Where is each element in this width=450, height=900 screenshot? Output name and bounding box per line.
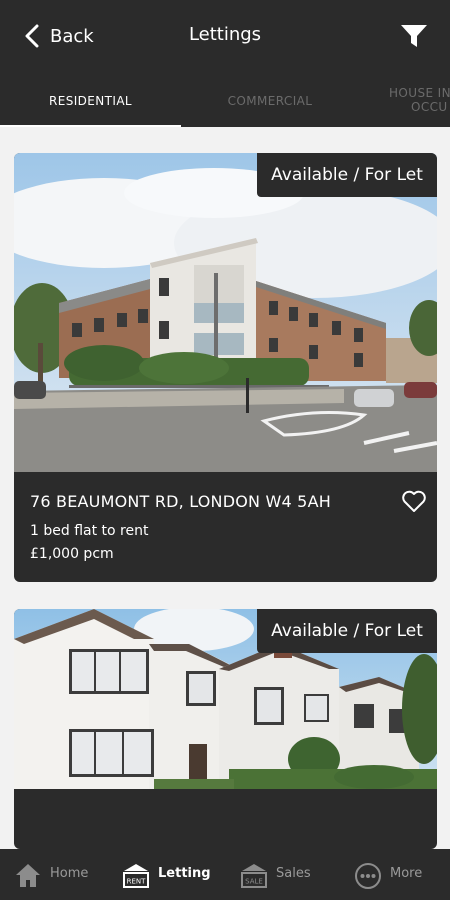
nav-letting-label: Letting [158, 866, 211, 881]
tab-commercial[interactable]: COMMERCIAL [181, 72, 359, 127]
listing-price: £1,000 pcm [30, 546, 114, 562]
tab-house-in-occupation[interactable]: HOUSE IN OCCU [359, 72, 450, 127]
property-photo [14, 153, 437, 472]
heart-icon[interactable] [401, 488, 427, 514]
top-app-bar: Back Lettings RESIDENTIAL COMMERCIAL HOU… [0, 0, 450, 127]
rent-sign-icon: RENT [123, 864, 149, 888]
listing-card[interactable]: Available / For Let [14, 609, 437, 849]
listing-info: 76 BEAUMONT RD, LONDON W4 5AH 1 bed flat… [14, 472, 437, 582]
home-icon [16, 864, 40, 887]
sale-sign-icon: SALE [241, 864, 267, 888]
tab-residential[interactable]: RESIDENTIAL [0, 72, 181, 127]
bottom-navigation: Home RENT Letting SALE Sales More [0, 849, 450, 900]
tab-commercial-label: COMMERCIAL [227, 94, 313, 108]
sale-sign-text: SALE [245, 878, 263, 886]
availability-badge: Available / For Let [257, 609, 437, 653]
availability-badge: Available / For Let [257, 153, 437, 197]
nav-sales[interactable]: SALE Sales [224, 849, 336, 900]
nav-sales-label: Sales [276, 866, 311, 881]
listing-description: 1 bed flat to rent [30, 523, 149, 539]
nav-home-label: Home [50, 866, 89, 881]
listing-card[interactable]: Available / For Let 76 BEAUMONT RD, LOND… [14, 153, 437, 582]
tab-residential-label: RESIDENTIAL [48, 94, 133, 108]
listing-address: 76 BEAUMONT RD, LONDON W4 5AH [30, 492, 331, 511]
nav-letting[interactable]: RENT Letting [112, 849, 224, 900]
nav-more-label: More [390, 866, 423, 881]
tab-house-in-label: HOUSE IN [389, 86, 450, 100]
category-tabs: RESIDENTIAL COMMERCIAL HOUSE IN OCCU [0, 72, 450, 127]
rent-sign-text: RENT [127, 878, 147, 886]
page-title: Lettings [188, 24, 262, 45]
tab-house-in-label-line2: OCCU [411, 100, 448, 114]
nav-home[interactable]: Home [0, 849, 112, 900]
more-dots-icon [355, 863, 381, 889]
nav-more[interactable]: More [336, 849, 450, 900]
filter-icon[interactable] [400, 22, 428, 50]
